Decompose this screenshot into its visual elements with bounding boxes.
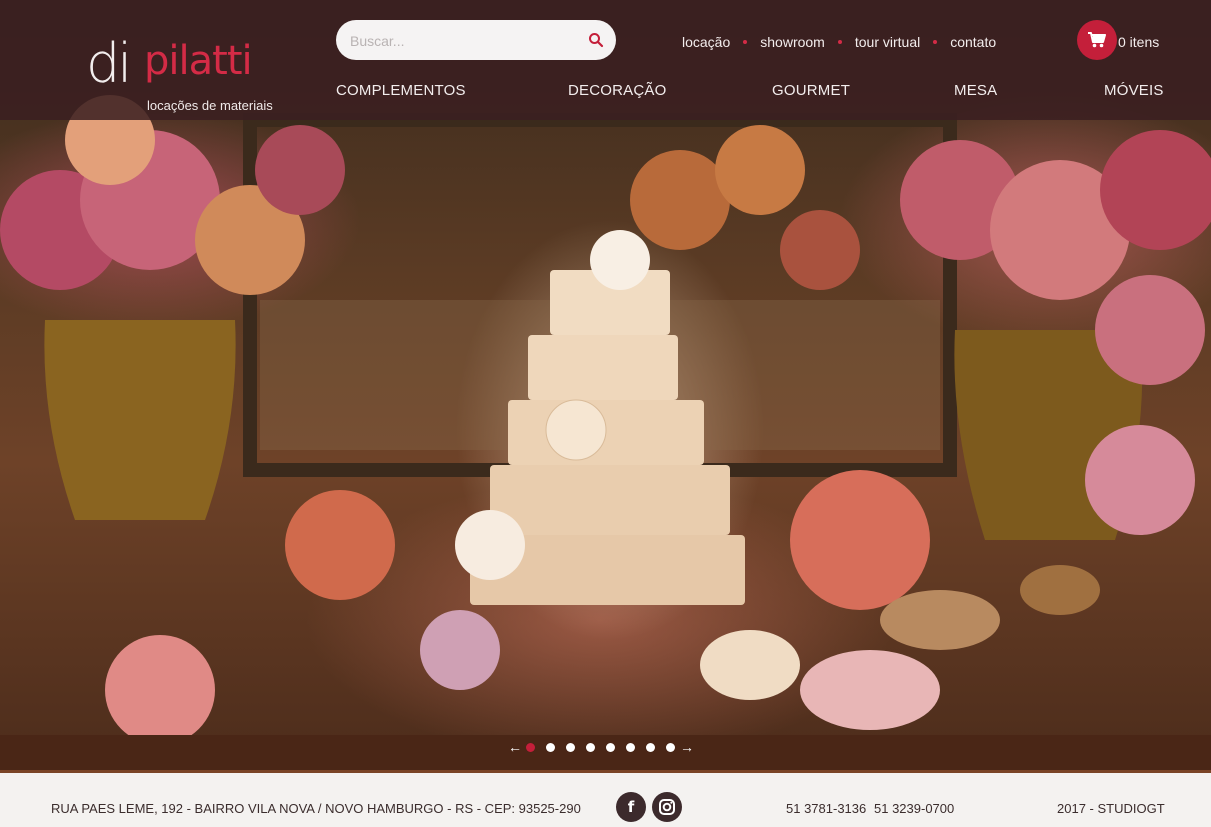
slide-dot[interactable] xyxy=(625,742,635,752)
slide-dot[interactable] xyxy=(605,742,615,752)
slide-dot[interactable] xyxy=(585,742,595,752)
top-links: locação showroom tour virtual contato xyxy=(682,34,996,50)
separator-dot xyxy=(743,40,748,44)
nav-decoracao[interactable]: DECORAÇÃO xyxy=(568,82,666,99)
left-vase xyxy=(44,320,236,520)
facebook-glyph: f xyxy=(627,798,635,816)
nav-moveis[interactable]: MÓVEIS xyxy=(1104,82,1164,99)
site-logo[interactable]: di pilatti locações de materiais xyxy=(86,32,276,116)
slide-dot[interactable] xyxy=(565,742,575,752)
site-footer: RUA PAES LEME, 192 - BAIRRO VILA NOVA / … xyxy=(0,770,1211,822)
nav-gourmet[interactable]: GOURMET xyxy=(772,82,850,99)
instagram-glyph xyxy=(659,799,675,815)
arrow-right-icon[interactable]: → xyxy=(680,740,694,754)
cart-icon xyxy=(1088,32,1106,48)
slide-dot[interactable] xyxy=(665,742,675,752)
link-tour-virtual[interactable]: tour virtual xyxy=(855,34,920,50)
slide-dot[interactable] xyxy=(525,742,535,752)
slide-dot[interactable] xyxy=(645,742,655,752)
logo-di: di xyxy=(86,32,132,95)
site-header: di pilatti locações de materiais locação… xyxy=(0,0,1211,120)
logo-name: pilatti xyxy=(144,38,253,84)
footer-address: RUA PAES LEME, 192 - BAIRRO VILA NOVA / … xyxy=(51,801,581,816)
link-showroom[interactable]: showroom xyxy=(760,34,825,50)
link-locacao[interactable]: locação xyxy=(682,34,730,50)
slider-pagination: ← → xyxy=(508,740,694,754)
link-contato[interactable]: contato xyxy=(950,34,996,50)
slide-dot[interactable] xyxy=(545,742,555,752)
search-box xyxy=(336,20,616,60)
footer-phone-1[interactable]: 51 3781-3136 xyxy=(786,801,866,816)
cart-button[interactable] xyxy=(1077,20,1117,60)
nav-complementos[interactable]: COMPLEMENTOS xyxy=(336,82,466,99)
facebook-icon[interactable]: f xyxy=(616,792,646,822)
instagram-icon[interactable] xyxy=(652,792,682,822)
footer-credit[interactable]: 2017 - STUDIOGT xyxy=(1057,801,1165,816)
separator-dot xyxy=(837,40,842,44)
separator-dot xyxy=(933,40,938,44)
search-input[interactable] xyxy=(348,29,572,53)
footer-phone-2[interactable]: 51 3239-0700 xyxy=(874,801,954,816)
cart-count[interactable]: 0 itens xyxy=(1118,34,1159,50)
nav-mesa[interactable]: MESA xyxy=(954,82,997,99)
arrow-left-icon[interactable]: ← xyxy=(508,740,522,754)
logo-tagline: locações de materiais xyxy=(147,98,273,113)
search-icon[interactable] xyxy=(588,32,604,48)
back-flowers xyxy=(630,125,860,290)
